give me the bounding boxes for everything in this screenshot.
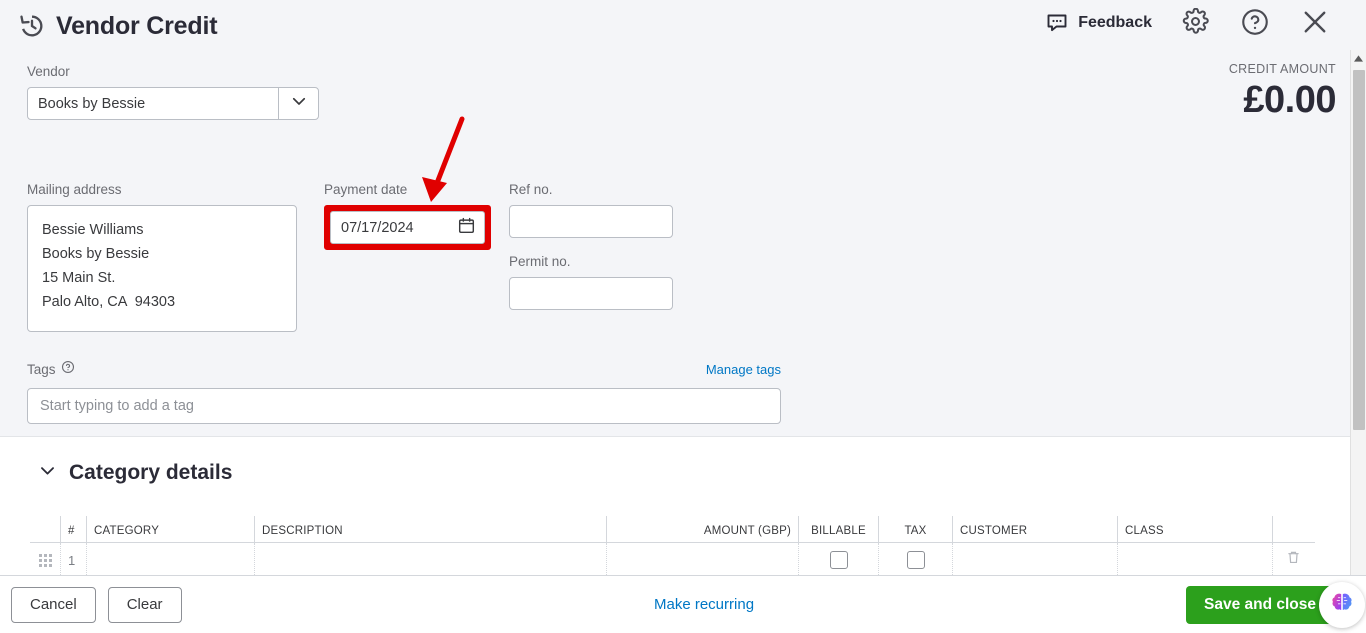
help-button[interactable]: [1238, 6, 1272, 40]
tags-label-group: Tags: [27, 360, 75, 379]
payment-date-field[interactable]: 07/17/2024: [330, 211, 485, 244]
speech-bubble-icon: [1045, 10, 1069, 37]
permit-no-group: Permit no.: [509, 254, 673, 310]
vendor-selected-value: Books by Bessie: [38, 95, 146, 112]
scroll-up-button[interactable]: [1351, 50, 1366, 66]
close-x-icon: [1300, 7, 1330, 40]
help-circle-icon[interactable]: [61, 360, 75, 379]
cell-tax: [878, 543, 952, 577]
chevron-down-icon[interactable]: [38, 461, 57, 485]
ref-no-group: Ref no.: [509, 182, 673, 238]
delete-row-button[interactable]: [1272, 543, 1314, 577]
category-details-table: # CATEGORY DESCRIPTION AMOUNT (GBP) BILL…: [30, 515, 1315, 577]
category-details-header[interactable]: Category details: [38, 437, 1350, 485]
close-button[interactable]: [1298, 6, 1332, 40]
mailing-address-input[interactable]: Bessie Williams Books by Bessie 15 Main …: [27, 205, 297, 332]
tax-checkbox[interactable]: [906, 551, 925, 569]
category-details-title: Category details: [69, 461, 233, 484]
feedback-label: Feedback: [1078, 14, 1152, 31]
vendor-dropdown-toggle[interactable]: [278, 88, 318, 119]
credit-amount-value: £0.00: [1243, 79, 1336, 121]
gear-icon: [1182, 7, 1209, 38]
table-header-row: # CATEGORY DESCRIPTION AMOUNT (GBP) BILL…: [30, 515, 1315, 543]
cell-class[interactable]: [1117, 543, 1272, 577]
vendor-credit-modal: Vendor Credit Feedback CREDIT AMOUNT £0.…: [0, 0, 1366, 633]
payment-date-group: Payment date 07/17/2024: [324, 182, 491, 250]
header-actions-col: [1272, 516, 1314, 542]
cell-customer[interactable]: [952, 543, 1117, 577]
header-tax: TAX: [878, 516, 952, 542]
header-billable: BILLABLE: [798, 516, 878, 542]
scrollbar-track[interactable]: [1351, 66, 1366, 617]
tags-label: Tags: [27, 362, 56, 377]
ref-no-label: Ref no.: [509, 182, 553, 197]
save-and-close-button[interactable]: Save and close: [1185, 585, 1334, 624]
page-title: Vendor Credit: [56, 11, 218, 40]
vertical-scrollbar[interactable]: [1350, 50, 1366, 633]
header-description: DESCRIPTION: [254, 516, 606, 542]
header-category: CATEGORY: [86, 516, 254, 542]
header-actions: Feedback: [1045, 6, 1332, 40]
permit-no-label: Permit no.: [509, 254, 571, 269]
payment-date-highlight: 07/17/2024: [324, 205, 491, 250]
ai-assistant-button[interactable]: [1319, 582, 1365, 628]
manage-tags-link[interactable]: Manage tags: [706, 362, 781, 377]
modal-header: Vendor Credit Feedback: [0, 0, 1350, 52]
header-number: #: [60, 516, 86, 542]
payment-date-label: Payment date: [324, 182, 408, 197]
header-amount: AMOUNT (GBP): [606, 516, 798, 542]
drag-handle-icon[interactable]: [30, 543, 60, 577]
calendar-icon[interactable]: [457, 216, 476, 240]
ref-no-input[interactable]: [509, 205, 673, 238]
vendor-label: Vendor: [27, 64, 70, 79]
footer-left-buttons: Cancel Clear: [11, 586, 182, 623]
cell-description[interactable]: [254, 543, 606, 577]
category-details-panel: Category details # CATEGORY DESCRIPTION …: [0, 436, 1350, 577]
drag-handle-dots: [38, 553, 52, 567]
billable-checkbox[interactable]: [829, 551, 848, 569]
make-recurring-link[interactable]: Make recurring: [654, 596, 754, 613]
vendor-field-group: Vendor Books by Bessie: [27, 64, 319, 120]
cell-billable: [798, 543, 878, 577]
history-clock-icon: [18, 12, 46, 40]
trash-icon: [1285, 549, 1302, 571]
table-row: 1: [30, 543, 1315, 577]
mailing-address-label: Mailing address: [27, 182, 122, 197]
payment-date-value: 07/17/2024: [341, 219, 414, 236]
header-class: CLASS: [1117, 516, 1272, 542]
cell-category[interactable]: [86, 543, 254, 577]
mailing-address-group: Mailing address Bessie Williams Books by…: [27, 182, 297, 337]
header-spacer: [30, 516, 60, 542]
tags-input[interactable]: [27, 388, 781, 424]
tags-group: Tags Manage tags: [27, 360, 781, 424]
row-number: 1: [60, 543, 86, 577]
cancel-button[interactable]: Cancel: [11, 586, 96, 623]
header-customer: CUSTOMER: [952, 516, 1117, 542]
scrollbar-thumb[interactable]: [1353, 70, 1365, 430]
page-title-group: Vendor Credit: [18, 11, 218, 41]
settings-button[interactable]: [1178, 6, 1212, 40]
credit-amount-label: CREDIT AMOUNT: [1228, 62, 1336, 76]
clear-button[interactable]: Clear: [107, 586, 182, 623]
cell-amount[interactable]: [606, 543, 798, 577]
ai-brain-icon: [1329, 590, 1355, 621]
permit-no-input[interactable]: [509, 277, 673, 310]
tags-header-row: Tags Manage tags: [27, 360, 781, 379]
modal-footer: Cancel Clear Make recurring Save and clo…: [0, 575, 1366, 633]
vendor-select[interactable]: Books by Bessie: [27, 87, 319, 120]
help-circle-icon: [1240, 7, 1270, 40]
feedback-button[interactable]: Feedback: [1045, 10, 1152, 37]
credit-amount-block: CREDIT AMOUNT £0.00: [1228, 62, 1337, 122]
chevron-down-icon: [290, 92, 308, 115]
